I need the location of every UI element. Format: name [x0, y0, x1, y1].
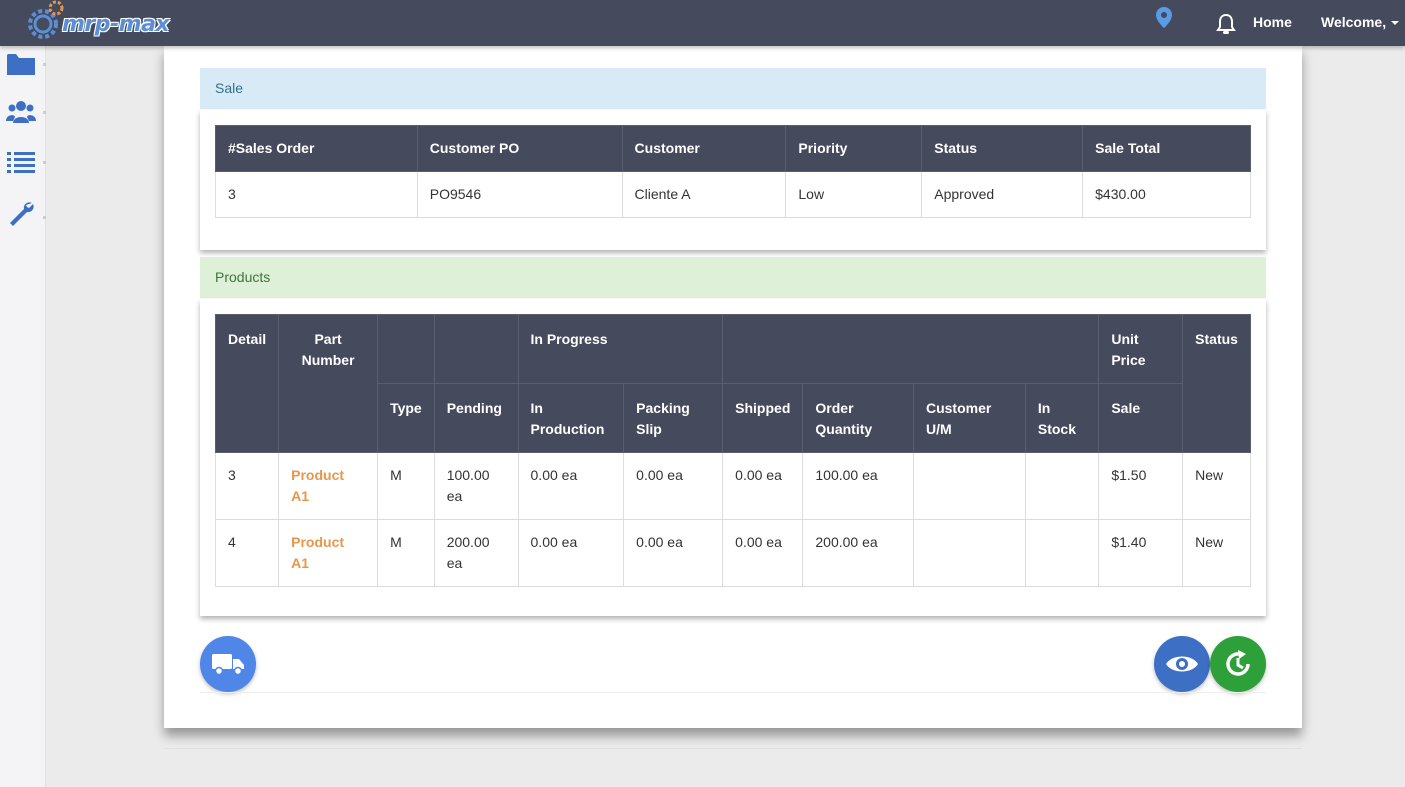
- col-customer-po: Customer PO: [416, 125, 623, 172]
- col-shipped: Shipped: [722, 383, 804, 453]
- folder-icon[interactable]: [6, 49, 36, 79]
- type-cell: M: [377, 519, 435, 587]
- col-in-production: In Production: [517, 383, 625, 453]
- customer-um-cell: [912, 452, 1026, 520]
- sale-price-cell: $1.40: [1098, 519, 1184, 587]
- table-row: 3 PO9546 Cliente A Low Approved $430.00: [215, 171, 1251, 218]
- products-heading: Products: [200, 257, 1266, 298]
- bell-icon[interactable]: [1216, 13, 1236, 35]
- status-cell: New: [1182, 519, 1251, 587]
- part-number-link[interactable]: Product A1: [278, 452, 379, 520]
- caret-down-icon[interactable]: [1391, 21, 1399, 25]
- in-production-cell: 0.00 ea: [517, 519, 625, 587]
- col-order-quantity: Order Quantity: [802, 383, 914, 453]
- sale-heading: Sale: [200, 68, 1266, 109]
- col-packing-slip: Packing Slip: [623, 383, 724, 453]
- col-detail: Detail: [214, 314, 280, 453]
- col-status: Status: [921, 125, 1084, 172]
- status-cell: New: [1182, 452, 1251, 520]
- col-status: Status: [1182, 314, 1251, 453]
- sidebar-marker: [43, 111, 46, 114]
- sale-header-row: #Sales Order Customer PO Customer Priori…: [215, 125, 1251, 172]
- history-button[interactable]: [1210, 636, 1266, 692]
- users-icon[interactable]: [6, 97, 36, 127]
- home-link[interactable]: Home: [1253, 14, 1292, 30]
- footer-divider: [164, 748, 1302, 749]
- priority-cell: Low: [785, 171, 923, 218]
- welcome-menu[interactable]: Welcome,: [1321, 14, 1386, 30]
- top-navbar: mrp-max Home Welcome,: [0, 0, 1405, 46]
- detail-cell: 4: [214, 519, 280, 587]
- ship-button[interactable]: [200, 636, 256, 692]
- col-part-number: Part Number: [278, 314, 379, 453]
- in-stock-cell: [1024, 452, 1100, 520]
- col-unit-price: Unit Price: [1098, 314, 1184, 384]
- sidebar-marker: [43, 216, 46, 219]
- customer-po-cell: PO9546: [416, 171, 623, 218]
- pending-cell: 200.00 ea: [433, 519, 519, 587]
- products-table: Detail Part Number In Progress Unit Pric…: [214, 314, 1251, 587]
- gear-logo-icon: [28, 0, 64, 39]
- sale-price-cell: $1.50: [1098, 452, 1184, 520]
- type-cell: M: [377, 452, 435, 520]
- detail-cell: 3: [214, 452, 280, 520]
- main-panel: Sale #Sales Order Customer PO Customer P…: [164, 46, 1302, 728]
- part-number-link[interactable]: Product A1: [278, 519, 379, 587]
- sidebar-marker: [43, 63, 46, 66]
- customer-um-cell: [912, 519, 1026, 587]
- sale-table: #Sales Order Customer PO Customer Priori…: [215, 125, 1251, 218]
- col-type: Type: [377, 383, 435, 453]
- col-sale: Sale: [1098, 383, 1184, 453]
- in-production-cell: 0.00 ea: [517, 452, 625, 520]
- eye-icon: [1166, 656, 1198, 672]
- col-blank-3: [722, 314, 1100, 384]
- sidebar: [0, 46, 46, 787]
- col-pending: Pending: [433, 383, 519, 453]
- sales-order-cell: 3: [215, 171, 418, 218]
- shipped-cell: 0.00 ea: [722, 519, 804, 587]
- order-quantity-cell: 200.00 ea: [802, 519, 914, 587]
- divider: [200, 692, 1266, 693]
- col-customer: Customer: [621, 125, 787, 172]
- shipped-cell: 0.00 ea: [722, 452, 804, 520]
- col-in-stock: In Stock: [1024, 383, 1100, 453]
- view-button[interactable]: [1154, 636, 1210, 692]
- col-priority: Priority: [785, 125, 923, 172]
- logo-text: mrp-max: [62, 12, 170, 37]
- col-in-progress: In Progress: [517, 314, 724, 384]
- col-customer-um: Customer U/M: [912, 383, 1026, 453]
- col-sales-order: #Sales Order: [215, 125, 418, 172]
- products-card: Detail Part Number In Progress Unit Pric…: [200, 299, 1266, 616]
- order-quantity-cell: 100.00 ea: [802, 452, 914, 520]
- in-stock-cell: [1024, 519, 1100, 587]
- packing-slip-cell: 0.00 ea: [623, 519, 724, 587]
- packing-slip-cell: 0.00 ea: [623, 452, 724, 520]
- pending-cell: 100.00 ea: [433, 452, 519, 520]
- sale-card: #Sales Order Customer PO Customer Priori…: [200, 110, 1266, 250]
- refresh-icon: [1226, 650, 1250, 676]
- table-row: 4 Product A1 M 200.00 ea 0.00 ea 0.00 ea…: [214, 519, 1251, 587]
- app-logo[interactable]: mrp-max: [26, 0, 176, 44]
- map-pin-icon[interactable]: [1155, 6, 1173, 30]
- col-sale-total: Sale Total: [1082, 125, 1251, 172]
- status-cell: Approved: [921, 171, 1084, 218]
- col-blank-1: [377, 314, 435, 384]
- sale-total-cell: $430.00: [1082, 171, 1251, 218]
- products-header-row-1: Detail Part Number In Progress Unit Pric…: [214, 314, 1251, 453]
- list-icon[interactable]: [6, 147, 36, 177]
- wrench-icon[interactable]: [6, 199, 36, 229]
- sidebar-marker: [43, 161, 46, 164]
- customer-cell: Cliente A: [621, 171, 787, 218]
- table-row: 3 Product A1 M 100.00 ea 0.00 ea 0.00 ea…: [214, 452, 1251, 520]
- col-blank-2: [433, 314, 519, 384]
- truck-icon: [212, 654, 244, 676]
